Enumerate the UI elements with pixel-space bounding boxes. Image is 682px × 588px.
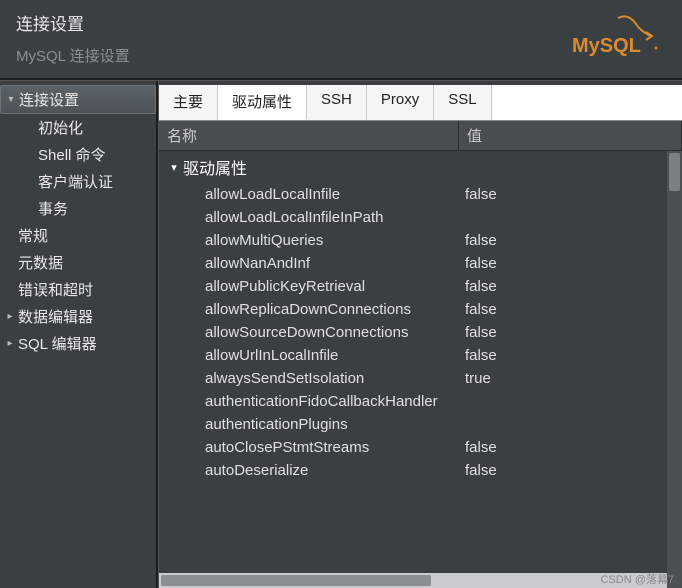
property-group-label: 驱动属性 xyxy=(183,155,247,179)
tree-item[interactable]: Shell 命令 xyxy=(0,141,156,168)
horizontal-scrollbar[interactable] xyxy=(159,573,667,588)
tree-item-label: 常规 xyxy=(18,225,48,246)
tree-item-label: Shell 命令 xyxy=(38,144,106,165)
tree-item[interactable]: 客户端认证 xyxy=(0,168,156,195)
property-name: authenticationPlugins xyxy=(159,416,459,433)
property-row[interactable]: allowLoadLocalInfilefalse xyxy=(159,183,682,206)
tabs-bar: 主要驱动属性SSHProxySSL xyxy=(159,85,682,121)
column-headers: 名称 值 xyxy=(159,121,682,151)
tab[interactable]: SSL xyxy=(434,85,491,120)
property-name: allowNanAndInf xyxy=(159,255,459,272)
chevron-down-icon: ▾ xyxy=(165,161,183,174)
property-value[interactable]: false xyxy=(459,255,682,272)
tab[interactable]: Proxy xyxy=(367,85,434,120)
property-row[interactable]: allowUrlInLocalInfilefalse xyxy=(159,344,682,367)
tree-item[interactable]: 事务 xyxy=(0,195,156,222)
watermark: CSDN @落幕7 xyxy=(600,571,674,587)
property-row[interactable]: autoDeserializefalse xyxy=(159,459,682,482)
tree-item-label: 错误和超时 xyxy=(18,279,93,300)
property-name: autoDeserialize xyxy=(159,462,459,479)
vertical-scrollbar-thumb[interactable] xyxy=(669,153,680,191)
tab[interactable]: 驱动属性 xyxy=(218,85,307,120)
property-row[interactable]: allowMultiQueriesfalse xyxy=(159,229,682,252)
property-value[interactable]: false xyxy=(459,439,682,456)
horizontal-scrollbar-thumb[interactable] xyxy=(161,575,431,586)
property-value[interactable]: false xyxy=(459,186,682,203)
property-row[interactable]: allowLoadLocalInfileInPath xyxy=(159,206,682,229)
property-name: allowSourceDownConnections xyxy=(159,324,459,341)
property-row[interactable]: authenticationFidoCallbackHandler xyxy=(159,390,682,413)
mysql-logo-icon: MySQL xyxy=(572,12,662,65)
column-header-name[interactable]: 名称 xyxy=(159,121,459,150)
property-name: authenticationFidoCallbackHandler xyxy=(159,393,459,410)
property-value[interactable]: false xyxy=(459,278,682,295)
tree-item[interactable]: ▾连接设置 xyxy=(0,85,156,114)
tree-item[interactable]: ▸SQL 编辑器 xyxy=(0,330,156,357)
tree-item-label: 事务 xyxy=(38,198,68,219)
property-row[interactable]: autoClosePStmtStreamsfalse xyxy=(159,436,682,459)
property-value[interactable] xyxy=(459,416,682,433)
tree-item-label: 客户端认证 xyxy=(38,171,113,192)
property-name: allowLoadLocalInfileInPath xyxy=(159,209,459,226)
property-value[interactable]: false xyxy=(459,347,682,364)
tree-item-label: SQL 编辑器 xyxy=(18,333,97,354)
property-name: autoClosePStmtStreams xyxy=(159,439,459,456)
property-name: alwaysSendSetIsolation xyxy=(159,370,459,387)
tab[interactable]: 主要 xyxy=(159,85,218,120)
property-row[interactable]: allowReplicaDownConnectionsfalse xyxy=(159,298,682,321)
property-row[interactable]: allowNanAndInffalse xyxy=(159,252,682,275)
property-value[interactable] xyxy=(459,209,682,226)
property-value[interactable]: true xyxy=(459,370,682,387)
settings-tree: ▾连接设置初始化Shell 命令客户端认证事务常规元数据错误和超时▸数据编辑器▸… xyxy=(0,81,158,588)
tree-item-label: 连接设置 xyxy=(19,89,79,110)
property-row[interactable]: alwaysSendSetIsolationtrue xyxy=(159,367,682,390)
tree-item[interactable]: 初始化 xyxy=(0,114,156,141)
property-name: allowReplicaDownConnections xyxy=(159,301,459,318)
chevron-right-icon: ▸ xyxy=(2,311,18,322)
chevron-down-icon: ▾ xyxy=(3,94,19,105)
tree-item-label: 元数据 xyxy=(18,252,63,273)
vertical-scrollbar[interactable] xyxy=(667,151,682,588)
property-group-header[interactable]: ▾ 驱动属性 xyxy=(159,151,682,183)
property-value[interactable]: false xyxy=(459,232,682,249)
property-name: allowUrlInLocalInfile xyxy=(159,347,459,364)
tree-item[interactable]: 元数据 xyxy=(0,249,156,276)
property-value[interactable]: false xyxy=(459,462,682,479)
tree-item-label: 数据编辑器 xyxy=(18,306,93,327)
property-value[interactable] xyxy=(459,393,682,410)
tree-item-label: 初始化 xyxy=(38,117,83,138)
column-header-value[interactable]: 值 xyxy=(459,121,682,150)
property-row[interactable]: allowPublicKeyRetrievalfalse xyxy=(159,275,682,298)
dialog-header: 连接设置 MySQL 连接设置 MySQL xyxy=(0,0,682,80)
property-name: allowMultiQueries xyxy=(159,232,459,249)
property-row[interactable]: authenticationPlugins xyxy=(159,413,682,436)
tree-item[interactable]: ▸数据编辑器 xyxy=(0,303,156,330)
tree-item[interactable]: 常规 xyxy=(0,222,156,249)
tree-item[interactable]: 错误和超时 xyxy=(0,276,156,303)
properties-list: ▾ 驱动属性 allowLoadLocalInfilefalseallowLoa… xyxy=(159,151,682,588)
svg-text:MySQL: MySQL xyxy=(572,35,641,57)
property-value[interactable]: false xyxy=(459,324,682,341)
property-name: allowLoadLocalInfile xyxy=(159,186,459,203)
main-panel: 主要驱动属性SSHProxySSL 名称 值 ▾ 驱动属性 allowLoadL… xyxy=(158,81,682,588)
property-row[interactable]: allowSourceDownConnectionsfalse xyxy=(159,321,682,344)
dialog-title: 连接设置 xyxy=(16,10,130,35)
chevron-right-icon: ▸ xyxy=(2,338,18,349)
property-name: allowPublicKeyRetrieval xyxy=(159,278,459,295)
dialog-subtitle: MySQL 连接设置 xyxy=(16,45,130,66)
property-value[interactable]: false xyxy=(459,301,682,318)
tab[interactable]: SSH xyxy=(307,85,367,120)
